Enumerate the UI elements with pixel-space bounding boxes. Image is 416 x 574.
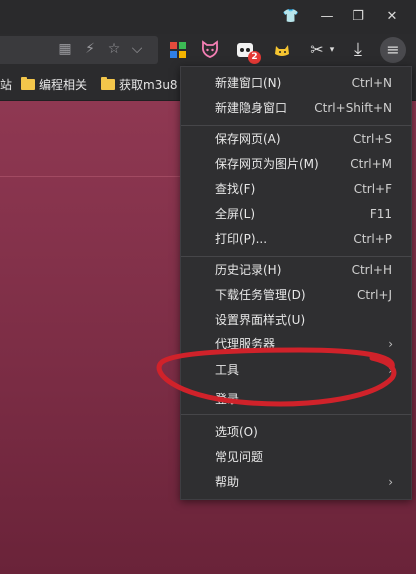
menu-item-help[interactable]: 帮助 › <box>181 470 411 495</box>
page-divider <box>0 176 180 177</box>
notification-badge: 2 <box>248 51 261 64</box>
menu-item-label: 帮助 <box>215 475 240 489</box>
minimize-button[interactable]: — <box>316 6 338 28</box>
cat-extension-icon[interactable] <box>198 38 222 62</box>
pikachu-extension-icon[interactable] <box>270 38 294 62</box>
menu-item-label: 选项(O) <box>215 425 258 439</box>
close-button[interactable]: ✕ <box>381 6 403 28</box>
menu-item-tools[interactable]: 工具 › <box>181 358 411 383</box>
menu-item-shortcut: Ctrl+M <box>350 157 392 171</box>
skin-icon[interactable]: 👕 <box>280 6 302 28</box>
menu-item-label: 设置界面样式(U) <box>215 313 306 327</box>
bookmark-folder-m3u8[interactable]: 获取m3u8 <box>101 77 178 93</box>
restore-button[interactable]: ❐ <box>347 6 369 28</box>
menu-item-label: 保存网页(A) <box>215 132 281 146</box>
menu-item-label: 新建隐身窗口 <box>215 101 288 115</box>
qr-code-icon[interactable]: ▦ <box>56 40 74 58</box>
menu-item-shortcut: Ctrl+N <box>351 76 392 90</box>
bookmark-label: 编程相关 <box>39 78 88 92</box>
menu-item-find[interactable]: 查找(F) Ctrl+F <box>181 177 411 202</box>
menu-item-save-page[interactable]: 保存网页(A) Ctrl+S <box>181 127 411 152</box>
menu-item-label: 工具 <box>215 363 240 377</box>
menu-item-new-window[interactable]: 新建窗口(N) Ctrl+N <box>181 71 411 96</box>
star-icon[interactable]: ☆ <box>105 40 123 58</box>
menu-item-save-page-as-image[interactable]: 保存网页为图片(M) Ctrl+M <box>181 152 411 177</box>
menu-separator <box>181 414 411 415</box>
menu-item-label: 代理服务器 <box>215 337 276 351</box>
apps-grid-icon[interactable] <box>166 38 190 62</box>
menu-item-label: 下载任务管理(D) <box>215 288 306 302</box>
lightning-icon[interactable]: ⚡ <box>81 40 99 58</box>
menu-item-shortcut: Ctrl+S <box>352 132 392 146</box>
menu-item-label: 登录 <box>215 392 240 406</box>
menu-item-label: 历史记录(H) <box>215 263 282 277</box>
menu-separator <box>181 256 411 257</box>
chevron-right-icon: › <box>388 337 393 351</box>
bookmark-partial[interactable]: 站 <box>0 77 12 93</box>
menu-item-label: 保存网页为图片(M) <box>215 157 319 171</box>
menu-item-shortcut: Ctrl+P <box>353 232 392 246</box>
menu-item-label: 新建窗口(N) <box>215 76 282 90</box>
main-dropdown-menu: 新建窗口(N) Ctrl+N 新建隐身窗口 Ctrl+Shift+N 保存网页(… <box>180 66 412 500</box>
menu-item-shortcut: Ctrl+F <box>353 182 392 196</box>
menu-item-interface-style[interactable]: 设置界面样式(U) <box>181 308 411 333</box>
menu-item-label: 全屏(L) <box>215 207 256 221</box>
chevron-right-icon: › <box>388 363 393 377</box>
menu-separator <box>181 125 411 126</box>
menu-item-label: 打印(P)... <box>215 232 268 246</box>
menu-item-shortcut: Ctrl+Shift+N <box>314 101 392 115</box>
chevron-right-icon: › <box>388 475 393 489</box>
menu-item-label: 查找(F) <box>215 182 256 196</box>
menu-item-options[interactable]: 选项(O) <box>181 420 411 445</box>
folder-icon <box>21 77 35 90</box>
menu-item-proxy-server[interactable]: 代理服务器 › <box>181 332 411 357</box>
menu-item-print[interactable]: 打印(P)... Ctrl+P <box>181 227 411 252</box>
bookmark-folder-programming[interactable]: 编程相关 <box>21 77 87 93</box>
bookmark-label: 获取m3u8 <box>119 78 178 92</box>
chevron-down-icon[interactable]: ⌵ <box>128 40 146 58</box>
menu-item-history[interactable]: 历史记录(H) Ctrl+H <box>181 258 411 283</box>
menu-item-faq[interactable]: 常见问题 <box>181 445 411 470</box>
folder-icon <box>101 77 115 90</box>
menu-item-fullscreen[interactable]: 全屏(L) F11 <box>181 202 411 227</box>
main-menu-icon[interactable]: ≡ <box>380 37 406 63</box>
menu-item-shortcut: F11 <box>369 207 392 221</box>
menu-item-downloads[interactable]: 下载任务管理(D) Ctrl+J <box>181 283 411 308</box>
menu-item-new-incognito-window[interactable]: 新建隐身窗口 Ctrl+Shift+N <box>181 96 411 121</box>
download-icon[interactable]: ⤓ <box>346 38 370 62</box>
menu-item-login[interactable]: 登录 <box>181 387 411 412</box>
menu-item-shortcut: Ctrl+H <box>351 263 392 277</box>
scissors-dropdown-icon[interactable]: ▾ <box>326 38 338 62</box>
menu-item-shortcut: Ctrl+J <box>357 288 392 302</box>
menu-item-label: 常见问题 <box>215 450 264 464</box>
